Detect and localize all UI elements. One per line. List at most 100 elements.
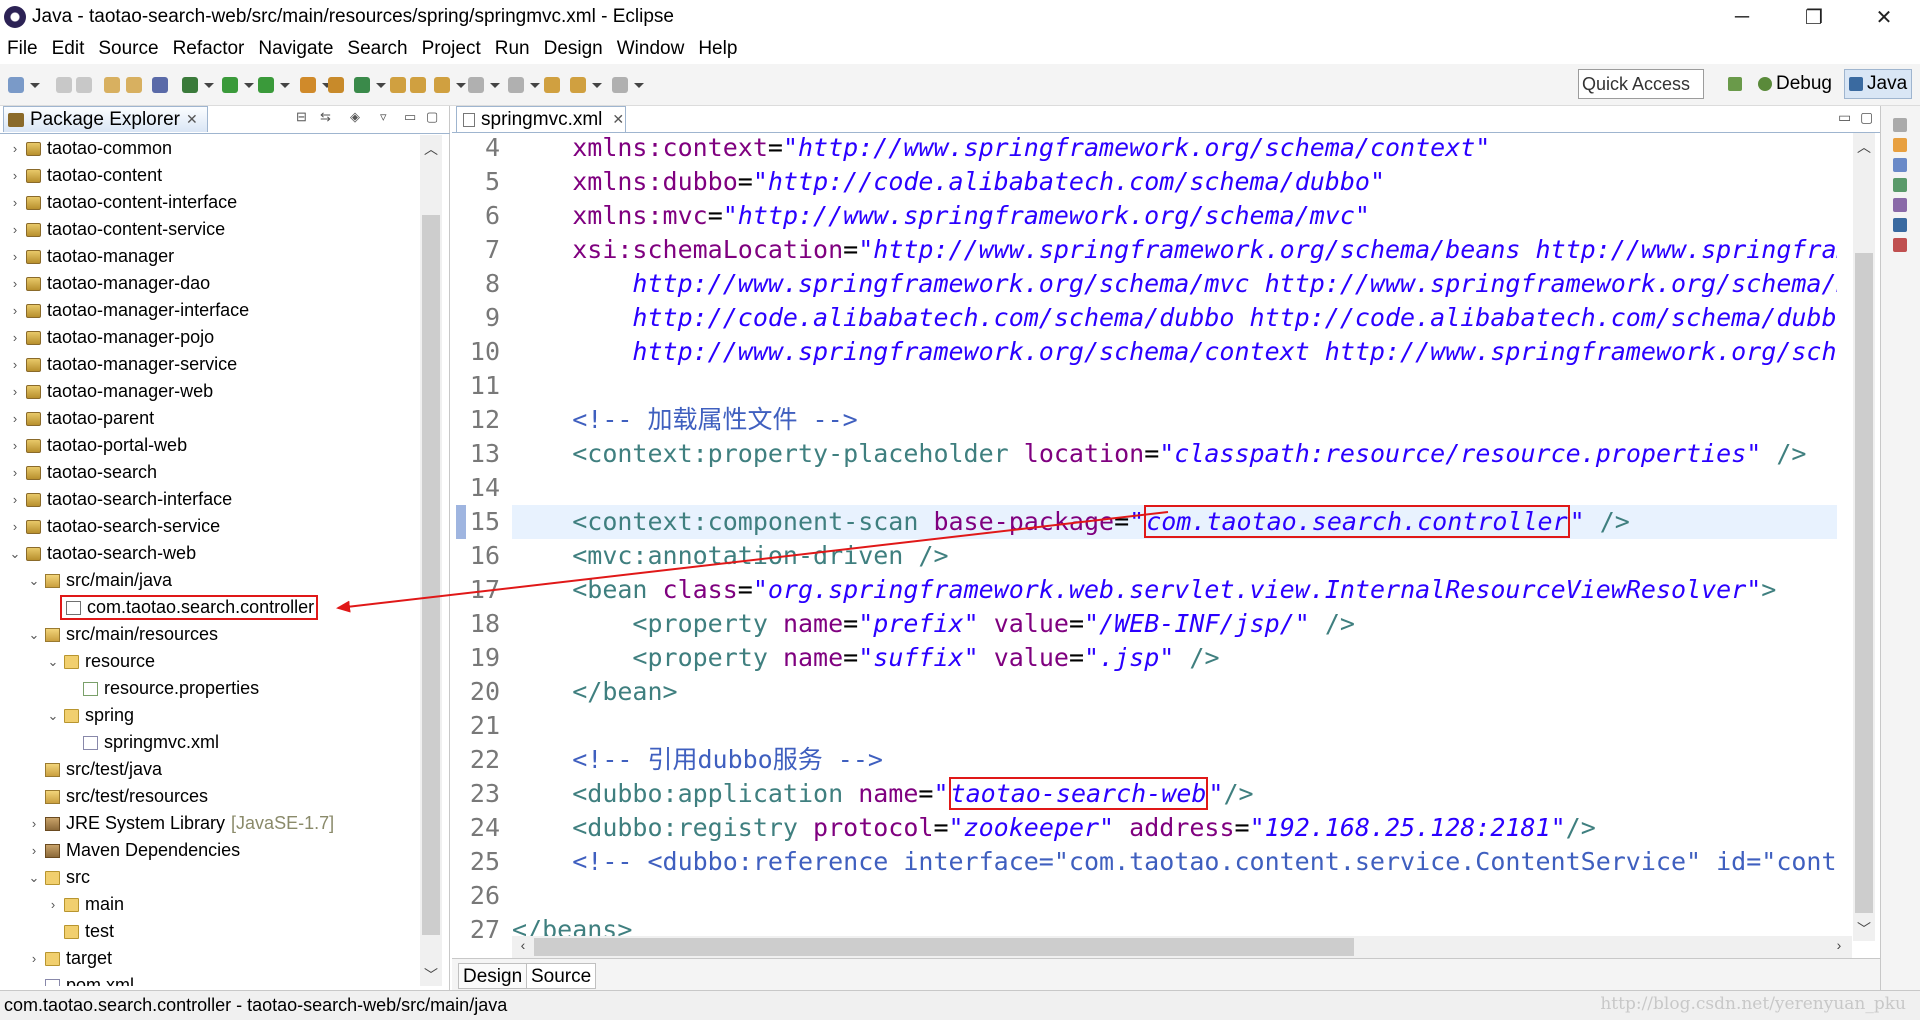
tree-item[interactable]: › taotao-manager-service	[8, 351, 239, 378]
tree-item[interactable]: › main	[46, 891, 126, 918]
editor-vertical-scrollbar[interactable]: ︿ ﹀	[1853, 133, 1875, 941]
expand-toggle-icon[interactable]: ›	[8, 330, 22, 345]
restore-icon[interactable]	[1893, 118, 1907, 132]
save-all-icon[interactable]	[76, 77, 92, 93]
problems-icon[interactable]	[1893, 198, 1907, 212]
expand-toggle-icon[interactable]: ›	[8, 168, 22, 183]
menu-navigate[interactable]: Navigate	[251, 38, 340, 60]
tree-item[interactable]: › JRE System Library [JavaSE-1.7]	[27, 810, 336, 837]
menu-help[interactable]: Help	[691, 38, 744, 60]
editor-scroll-down-icon[interactable]: ﹀	[1853, 919, 1875, 939]
expand-toggle-icon[interactable]: ›	[8, 249, 22, 264]
dropdown-arrow-icon[interactable]	[376, 83, 386, 88]
tree-item[interactable]: src/test/resources	[27, 783, 210, 810]
external-tools-icon[interactable]	[300, 77, 316, 93]
maximize-view-icon[interactable]: ▢	[426, 109, 438, 129]
debug-run-icon[interactable]	[222, 77, 238, 93]
new-package-icon[interactable]	[328, 77, 344, 93]
prev-annotation-icon[interactable]	[508, 77, 524, 93]
tree-item[interactable]: ⌄ taotao-search-web	[8, 540, 198, 567]
tree-item[interactable]: › taotao-portal-web	[8, 432, 189, 459]
scroll-right-icon[interactable]: ›	[1828, 937, 1850, 957]
tree-item[interactable]: › taotao-search-service	[8, 513, 222, 540]
close-editor-icon[interactable]: ✕	[612, 111, 624, 128]
menu-edit[interactable]: Edit	[45, 38, 92, 60]
tree-item[interactable]: ⌄ resource	[46, 648, 157, 675]
minimize-editor-icon[interactable]: ▭	[1838, 109, 1851, 126]
junit-icon[interactable]	[1893, 238, 1907, 252]
menu-project[interactable]: Project	[415, 38, 488, 60]
tree-item[interactable]: pom.xml	[27, 972, 136, 986]
tree-item[interactable]: ⌄ spring	[46, 702, 136, 729]
menu-file[interactable]: File	[0, 38, 45, 60]
tree-item[interactable]: src/test/java	[27, 756, 164, 783]
dropdown-arrow-icon[interactable]	[592, 83, 602, 88]
scroll-down-icon[interactable]: ﹀	[420, 965, 442, 985]
expand-toggle-icon[interactable]: ⌄	[27, 627, 41, 643]
tree-item[interactable]: resource.properties	[65, 675, 261, 702]
tree-item[interactable]: springmvc.xml	[65, 729, 221, 756]
tree-item[interactable]: › taotao-content-service	[8, 216, 227, 243]
expand-toggle-icon[interactable]: ›	[8, 222, 22, 237]
explorer-vertical-scrollbar[interactable]: ︿ ﹀	[420, 135, 442, 986]
next-annotation-icon[interactable]	[468, 77, 484, 93]
tree-item[interactable]: › taotao-search	[8, 459, 159, 486]
expand-toggle-icon[interactable]: ›	[8, 411, 22, 426]
tree-item[interactable]: › taotao-parent	[8, 405, 156, 432]
expand-toggle-icon[interactable]: ⌄	[8, 546, 22, 562]
tree-item[interactable]: › taotao-manager-interface	[8, 297, 251, 324]
expand-toggle-icon[interactable]: ›	[8, 276, 22, 291]
collapse-all-icon[interactable]: ⊟	[296, 109, 307, 129]
tree-item[interactable]: › taotao-manager	[8, 243, 176, 270]
menu-design[interactable]: Design	[537, 38, 610, 60]
new-class-icon[interactable]	[354, 77, 370, 93]
minimize-view-icon[interactable]: ▭	[404, 109, 416, 129]
package-explorer-tab[interactable]: Package Explorer ✕	[3, 106, 208, 132]
last-edit-icon[interactable]	[544, 77, 560, 93]
tree-item[interactable]: › taotao-manager-dao	[8, 270, 212, 297]
expand-toggle-icon[interactable]: ⌄	[27, 870, 41, 886]
dropdown-arrow-icon[interactable]	[490, 83, 500, 88]
tree-item[interactable]: › taotao-search-interface	[8, 486, 234, 513]
task-list-icon[interactable]	[1893, 158, 1907, 172]
expand-toggle-icon[interactable]: ›	[8, 519, 22, 534]
scroll-left-icon[interactable]: ‹	[512, 937, 534, 957]
scroll-up-icon[interactable]: ︿	[420, 139, 442, 159]
expand-toggle-icon[interactable]: ⌄	[27, 573, 41, 589]
open-type-icon[interactable]	[390, 77, 406, 93]
expand-toggle-icon[interactable]: ⌄	[46, 708, 60, 724]
dropdown-arrow-icon[interactable]	[456, 83, 466, 88]
expand-toggle-icon[interactable]: ›	[8, 303, 22, 318]
dropdown-arrow-icon[interactable]	[30, 83, 40, 88]
expand-toggle-icon[interactable]: ›	[46, 897, 60, 912]
menu-run[interactable]: Run	[488, 38, 537, 60]
perspective-debug[interactable]: Debug	[1754, 69, 1836, 99]
editor-tab-springmvc[interactable]: springmvc.xml ✕	[456, 106, 626, 132]
maximize-button[interactable]: ❐	[1786, 0, 1842, 34]
view-menu-icon[interactable]: ▿	[380, 109, 387, 129]
dropdown-arrow-icon[interactable]	[280, 83, 290, 88]
tree-item[interactable]: com.taotao.search.controller	[46, 594, 319, 621]
new-icon[interactable]	[8, 77, 24, 93]
open-perspective-button[interactable]	[1724, 69, 1750, 99]
tree-item[interactable]: test	[46, 918, 116, 945]
console-icon[interactable]	[1893, 178, 1907, 192]
minimize-button[interactable]: ─	[1714, 0, 1770, 34]
expand-toggle-icon[interactable]: ›	[8, 492, 22, 507]
dropdown-arrow-icon[interactable]	[530, 83, 540, 88]
menu-window[interactable]: Window	[610, 38, 692, 60]
code-text-area[interactable]: xmlns:context="http://www.springframewor…	[512, 133, 1837, 941]
perspective-java[interactable]: Java	[1844, 69, 1913, 99]
tree-item[interactable]: › target	[27, 945, 114, 972]
tree-item[interactable]: › taotao-common	[8, 135, 174, 162]
save-icon[interactable]	[56, 77, 72, 93]
expand-toggle-icon[interactable]: ⌄	[46, 654, 60, 670]
focus-icon[interactable]: ◈	[350, 109, 360, 129]
tree-item[interactable]: › Maven Dependencies	[27, 837, 242, 864]
menu-source[interactable]: Source	[91, 38, 165, 60]
menu-refactor[interactable]: Refactor	[166, 38, 252, 60]
editor-scroll-up-icon[interactable]: ︿	[1853, 137, 1875, 157]
editor-horizontal-scrollbar[interactable]: ‹ ›	[512, 936, 1852, 958]
expand-toggle-icon[interactable]: ›	[27, 816, 41, 831]
close-button[interactable]: ✕	[1856, 0, 1912, 34]
